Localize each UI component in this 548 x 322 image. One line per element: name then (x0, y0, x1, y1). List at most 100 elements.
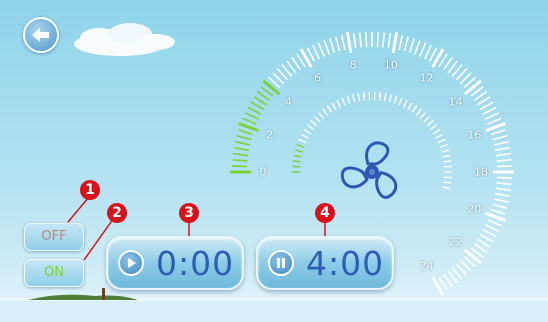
inner-gauge-tick (402, 99, 408, 108)
gauge-minor-tick (476, 238, 491, 248)
gauge-minor-tick (323, 40, 330, 55)
gauge-label-24: 24 (419, 259, 434, 273)
inner-gauge-tick (351, 94, 356, 103)
gauge-minor-tick (496, 182, 512, 185)
fan-control-screen: 0 2 4 6 8 10 12 14 16 18 20 22 24 OFF ON 0:00 4:00 1… (0, 0, 548, 322)
inner-gauge-tick (357, 93, 361, 102)
inner-gauge-tick (296, 143, 305, 149)
gauge-minor-tick (493, 198, 509, 204)
gauge-minor-tick (398, 35, 404, 51)
callout-badge-2: 2 (107, 203, 127, 223)
inner-gauge-tick (435, 133, 443, 139)
gauge-minor-tick (352, 33, 357, 49)
gauge-minor-tick (495, 187, 511, 192)
gauge-major-tick (463, 248, 482, 265)
gauge-minor-tick (494, 192, 511, 198)
gauge-minor-tick (482, 106, 497, 115)
gauge-minor-tick (403, 36, 410, 52)
gauge-label-14: 14 (448, 95, 463, 109)
gauge-minor-tick (340, 35, 346, 51)
inner-gauge-tick (415, 108, 422, 116)
gauge-label-8: 8 (349, 58, 357, 72)
inner-gauge-tick (336, 99, 342, 108)
gauge-minor-tick (376, 32, 379, 48)
inner-gauge-tick (341, 97, 346, 106)
cloud-decoration (74, 23, 175, 56)
inner-gauge-tick (407, 102, 413, 110)
inner-gauge-tick (326, 105, 333, 113)
off-button[interactable]: OFF (24, 223, 84, 251)
gauge-minor-tick (244, 112, 260, 120)
gauge-minor-tick (236, 134, 252, 141)
gauge-minor-tick (495, 152, 511, 157)
gauge-minor-tick (494, 146, 511, 152)
inner-gauge-tick (429, 124, 438, 131)
pause-icon (268, 250, 294, 276)
callout-badge-4: 4 (315, 203, 335, 223)
gauge-label-18: 18 (474, 165, 488, 179)
gauge-minor-tick (493, 140, 509, 146)
on-button[interactable]: ON (24, 259, 84, 287)
inner-gauge-tick (443, 165, 452, 168)
inner-gauge-tick (398, 97, 403, 106)
inner-gauge-tick (423, 115, 431, 123)
inner-gauge-tick (443, 160, 452, 163)
back-button[interactable] (23, 17, 59, 53)
gauge-label-6: 6 (314, 71, 321, 85)
callout-badge-1: 1 (80, 180, 100, 200)
gauge-minor-tick (476, 96, 491, 106)
gauge-minor-tick (387, 33, 392, 49)
gauge-minor-tick (496, 159, 512, 162)
gauge-minor-tick (235, 140, 251, 146)
gauge-label-2: 2 (266, 128, 274, 142)
play-icon (118, 250, 144, 276)
inner-gauge-tick (442, 186, 451, 190)
inner-gauge-tick (292, 165, 301, 168)
gauge-minor-tick (317, 42, 325, 57)
gauge-minor-tick (312, 44, 320, 60)
gauge-minor-tick (487, 117, 502, 125)
gauge-major-tick (463, 79, 482, 96)
inner-gauge-tick (378, 92, 382, 101)
gauge-minor-tick (484, 112, 500, 120)
inner-gauge-tick (432, 129, 441, 135)
gauge-minor-tick (232, 159, 248, 162)
gauge-minor-tick (490, 129, 506, 136)
gauge-minor-tick (238, 129, 254, 136)
gauge-minor-tick (479, 101, 494, 111)
inner-gauge-tick (346, 95, 351, 104)
inner-gauge-tick (437, 138, 446, 144)
gauge-minor-tick (496, 165, 512, 168)
inner-gauge-tick (443, 181, 452, 184)
gauge-major-tick (345, 31, 353, 54)
pause-timer-button[interactable]: 4:00 (256, 236, 394, 290)
gauge-major-tick (391, 31, 399, 54)
gauge-label-10: 10 (383, 58, 398, 72)
sea-band (0, 298, 548, 322)
inner-gauge-tick (317, 112, 325, 119)
gauge-minor-tick (484, 224, 500, 232)
gauge-minor-tick (487, 219, 502, 227)
gauge-minor-tick (232, 165, 248, 168)
gauge-minor-tick (359, 32, 362, 48)
inner-gauge-tick (393, 95, 398, 104)
gauge-minor-tick (250, 101, 265, 111)
gauge-minor-tick (233, 152, 249, 157)
inner-gauge-tick (292, 160, 301, 163)
inner-gauge-tick (313, 115, 321, 123)
gauge-minor-tick (492, 134, 508, 141)
gauge-minor-tick (496, 176, 512, 179)
gauge-label-4: 4 (285, 95, 292, 109)
run-timer-button[interactable]: 0:00 (106, 236, 244, 290)
fan-icon (340, 141, 398, 199)
gauge-minor-tick (419, 42, 427, 57)
inner-gauge-tick (411, 105, 418, 113)
gauge-minor-tick (482, 229, 497, 238)
gauge-minor-tick (408, 38, 415, 54)
gauge-minor-tick (492, 203, 508, 210)
gauge-minor-tick (424, 44, 432, 60)
gauge-major-tick (262, 79, 281, 96)
gauge-minor-tick (479, 233, 494, 243)
gauge-minor-tick (414, 40, 421, 55)
gauge-label-20: 20 (467, 202, 482, 216)
